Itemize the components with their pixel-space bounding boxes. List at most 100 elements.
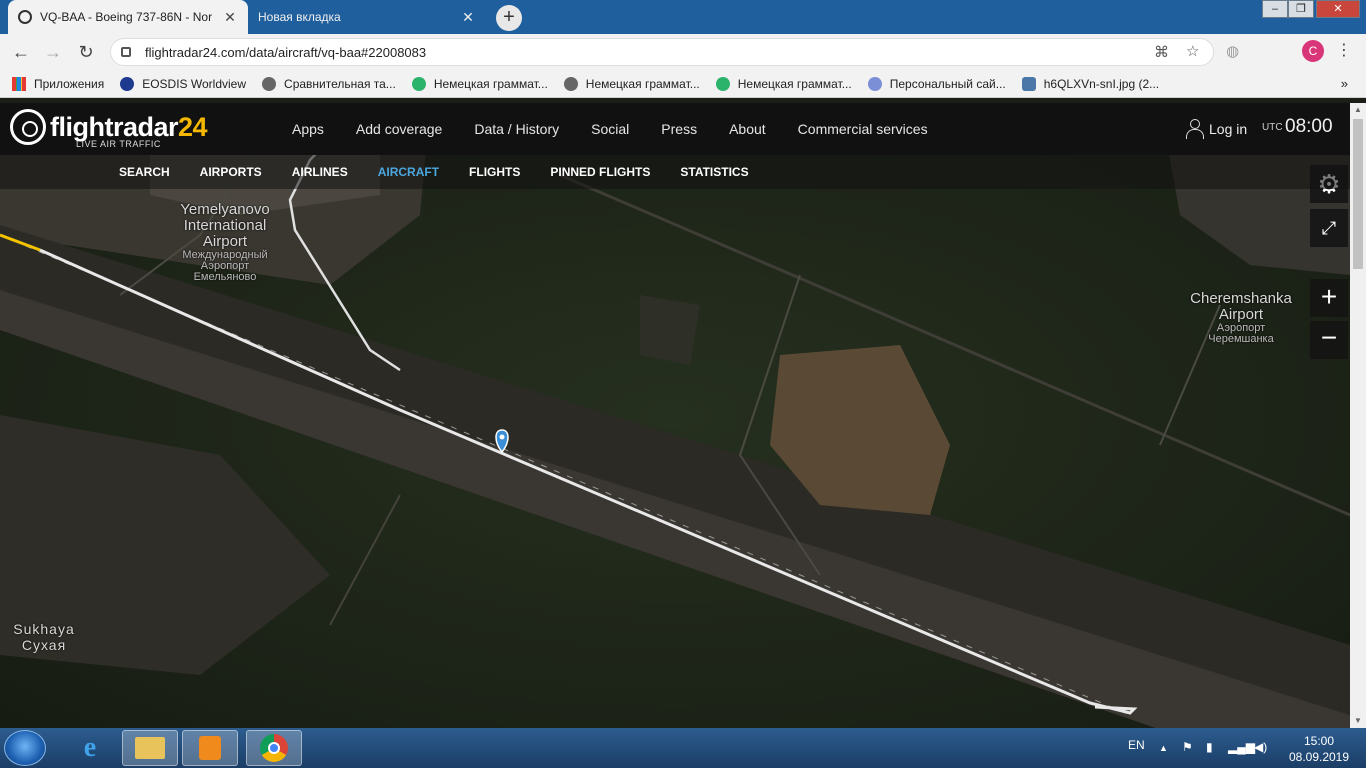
chrome-menu-icon[interactable]: ⋮ bbox=[1336, 40, 1352, 60]
bookmark-label: EOSDIS Worldview bbox=[142, 76, 247, 91]
language-indicator[interactable]: EN bbox=[1128, 738, 1145, 752]
subnav-pinned-flights[interactable]: PINNED FLIGHTS bbox=[550, 165, 650, 179]
satellite-map[interactable]: Yemelyanovo International Airport Междун… bbox=[0, 103, 1350, 728]
label-line: Airport bbox=[1218, 306, 1264, 323]
logo-text: flightradar24 bbox=[50, 112, 208, 142]
scroll-up-icon[interactable]: ▲ bbox=[1350, 103, 1366, 117]
start-button[interactable] bbox=[4, 730, 46, 766]
green-logo-icon bbox=[411, 76, 426, 91]
bookmark-grammar-2[interactable]: Немецкая граммат... bbox=[563, 76, 700, 91]
forward-arrow-icon[interactable]: → bbox=[41, 40, 65, 64]
tab-strip: VQ-BAA - Boeing 737-86N - Nor ✕ Новая вк… bbox=[0, 0, 1366, 34]
clock-date: 08.09.2019 bbox=[1288, 750, 1350, 764]
new-tab-button[interactable]: + bbox=[496, 5, 522, 31]
label-line: Sukhaya bbox=[13, 621, 75, 637]
nav-about[interactable]: About bbox=[729, 121, 766, 137]
zoom-in-button[interactable]: + bbox=[1310, 279, 1348, 317]
nav-commercial-services[interactable]: Commercial services bbox=[798, 121, 928, 137]
user-icon bbox=[1185, 119, 1204, 139]
battery-icon[interactable]: ▮ bbox=[1206, 740, 1213, 754]
back-arrow-icon[interactable]: ← bbox=[9, 40, 33, 64]
network-tray-icon[interactable]: ⚑ bbox=[1182, 740, 1193, 754]
bookmark-compare[interactable]: Сравнительная та... bbox=[262, 76, 396, 91]
translate-icon[interactable]: ⌘ bbox=[1154, 43, 1169, 61]
bookmark-star-icon[interactable]: ☆ bbox=[1186, 42, 1199, 60]
browser-toolbar: ← → ↻ flightradar24.com/data/aircraft/vq… bbox=[0, 34, 1366, 70]
subnav-flights[interactable]: FLIGHTS bbox=[469, 165, 520, 179]
explorer-taskbar-button[interactable] bbox=[122, 730, 178, 766]
close-window-button[interactable]: ✕ bbox=[1316, 0, 1360, 18]
folder-icon bbox=[135, 737, 165, 759]
bookmark-eosdis[interactable]: EOSDIS Worldview bbox=[120, 76, 247, 91]
volume-icon[interactable]: ◀) bbox=[1254, 740, 1267, 754]
bookmark-label: Приложения bbox=[34, 76, 105, 91]
logo-name: flightradar bbox=[50, 112, 179, 142]
sub-nav: SEARCH AIRPORTS AIRLINES AIRCRAFT FLIGHT… bbox=[0, 155, 1350, 189]
bookmarks-bar: Приложения EOSDIS Worldview Сравнительна… bbox=[0, 70, 1366, 98]
taskbar-clock[interactable]: 15:00 08.09.2019 bbox=[1284, 733, 1354, 765]
nav-data-history[interactable]: Data / History bbox=[474, 121, 559, 137]
label-yemelyanovo-airport: Yemelyanovo International Airport Междун… bbox=[170, 202, 280, 283]
utc-label: UTC bbox=[1262, 122, 1283, 133]
shield-icon bbox=[867, 76, 882, 91]
apps-grid-icon bbox=[12, 76, 26, 91]
subnav-airlines[interactable]: AIRLINES bbox=[292, 165, 348, 179]
bookmarks-more-icon[interactable]: » bbox=[1341, 76, 1348, 91]
minimize-button[interactable]: – bbox=[1262, 0, 1288, 18]
tab-title: VQ-BAA - Boeing 737-86N - Nor bbox=[40, 10, 213, 24]
show-hidden-icons-icon[interactable]: ▲ bbox=[1159, 743, 1168, 753]
signal-icon[interactable]: ▂▄▆ bbox=[1228, 740, 1255, 754]
media-player-icon bbox=[199, 736, 221, 760]
url-text: flightradar24.com/data/aircraft/vq-baa#2… bbox=[145, 44, 427, 60]
bookmark-vk-image[interactable]: h6QLXVn-snI.jpg (2... bbox=[1021, 76, 1160, 91]
maximize-button[interactable]: ❐ bbox=[1288, 0, 1314, 18]
bookmark-label: h6QLXVn-snI.jpg (2... bbox=[1043, 76, 1160, 91]
subnav-aircraft[interactable]: AIRCRAFT bbox=[378, 165, 439, 179]
zoom-out-button[interactable]: − bbox=[1310, 321, 1348, 359]
chrome-taskbar-button[interactable] bbox=[246, 730, 302, 766]
ie-icon: e bbox=[83, 732, 97, 763]
main-nav: Apps Add coverage Data / History Social … bbox=[276, 103, 944, 155]
nav-add-coverage[interactable]: Add coverage bbox=[356, 121, 442, 137]
label-line: Cheremshanka bbox=[1190, 290, 1292, 307]
nav-social[interactable]: Social bbox=[591, 121, 629, 137]
extension-globe-icon[interactable]: ◍ bbox=[1226, 42, 1239, 60]
label-line: International bbox=[183, 217, 267, 234]
scroll-down-icon[interactable]: ▼ bbox=[1350, 714, 1366, 728]
bookmark-label: Сравнительная та... bbox=[284, 76, 396, 91]
profile-avatar[interactable]: C bbox=[1302, 40, 1324, 62]
fullscreen-icon[interactable]: ⤢ bbox=[1310, 209, 1348, 247]
radar-logo-icon bbox=[10, 109, 46, 145]
address-bar[interactable]: flightradar24.com/data/aircraft/vq-baa#2… bbox=[110, 38, 1214, 66]
nav-press[interactable]: Press bbox=[661, 121, 697, 137]
subnav-search[interactable]: SEARCH bbox=[119, 165, 170, 179]
nav-apps[interactable]: Apps bbox=[292, 121, 324, 137]
login-button[interactable]: Log in bbox=[1185, 119, 1247, 139]
label-line: Yemelyanovo bbox=[180, 201, 270, 218]
windows-taskbar: e EN ▲ ⚑ ▮ ▂▄▆ ◀) 15:00 08.09.2019 bbox=[0, 728, 1366, 768]
media-player-taskbar-button[interactable] bbox=[182, 730, 238, 766]
bookmark-grammar-3[interactable]: Немецкая граммат... bbox=[715, 76, 852, 91]
bookmark-personal-site[interactable]: Персональный сай... bbox=[867, 76, 1006, 91]
subnav-airports[interactable]: AIRPORTS bbox=[200, 165, 262, 179]
clock-time: 15:00 bbox=[1303, 734, 1335, 748]
bookmark-grammar-1[interactable]: Немецкая граммат... bbox=[411, 76, 548, 91]
label-sukhaya: Sukhaya Сухая bbox=[8, 621, 80, 653]
scroll-thumb[interactable] bbox=[1353, 119, 1363, 269]
green-logo-icon bbox=[715, 76, 730, 91]
tab-new[interactable]: Новая вкладка ✕ bbox=[248, 0, 486, 34]
label-line-ru: Емельяново bbox=[193, 271, 257, 283]
subnav-statistics[interactable]: STATISTICS bbox=[680, 165, 748, 179]
tab-close-icon[interactable]: ✕ bbox=[460, 9, 476, 26]
reload-icon[interactable]: ↻ bbox=[74, 40, 98, 64]
bookmark-label: Немецкая граммат... bbox=[737, 76, 852, 91]
tab-flightradar[interactable]: VQ-BAA - Boeing 737-86N - Nor ✕ bbox=[8, 0, 248, 34]
tab-close-icon[interactable]: ✕ bbox=[222, 9, 238, 26]
label-line-ru: Сухая bbox=[21, 637, 67, 653]
ie-taskbar-button[interactable]: e bbox=[62, 730, 118, 766]
bookmark-label: Персональный сай... bbox=[889, 76, 1006, 91]
bookmark-apps[interactable]: Приложения bbox=[12, 76, 105, 91]
page-scrollbar[interactable]: ▲ ▼ bbox=[1350, 103, 1366, 728]
chrome-icon bbox=[260, 734, 288, 762]
vk-icon bbox=[1021, 76, 1036, 91]
